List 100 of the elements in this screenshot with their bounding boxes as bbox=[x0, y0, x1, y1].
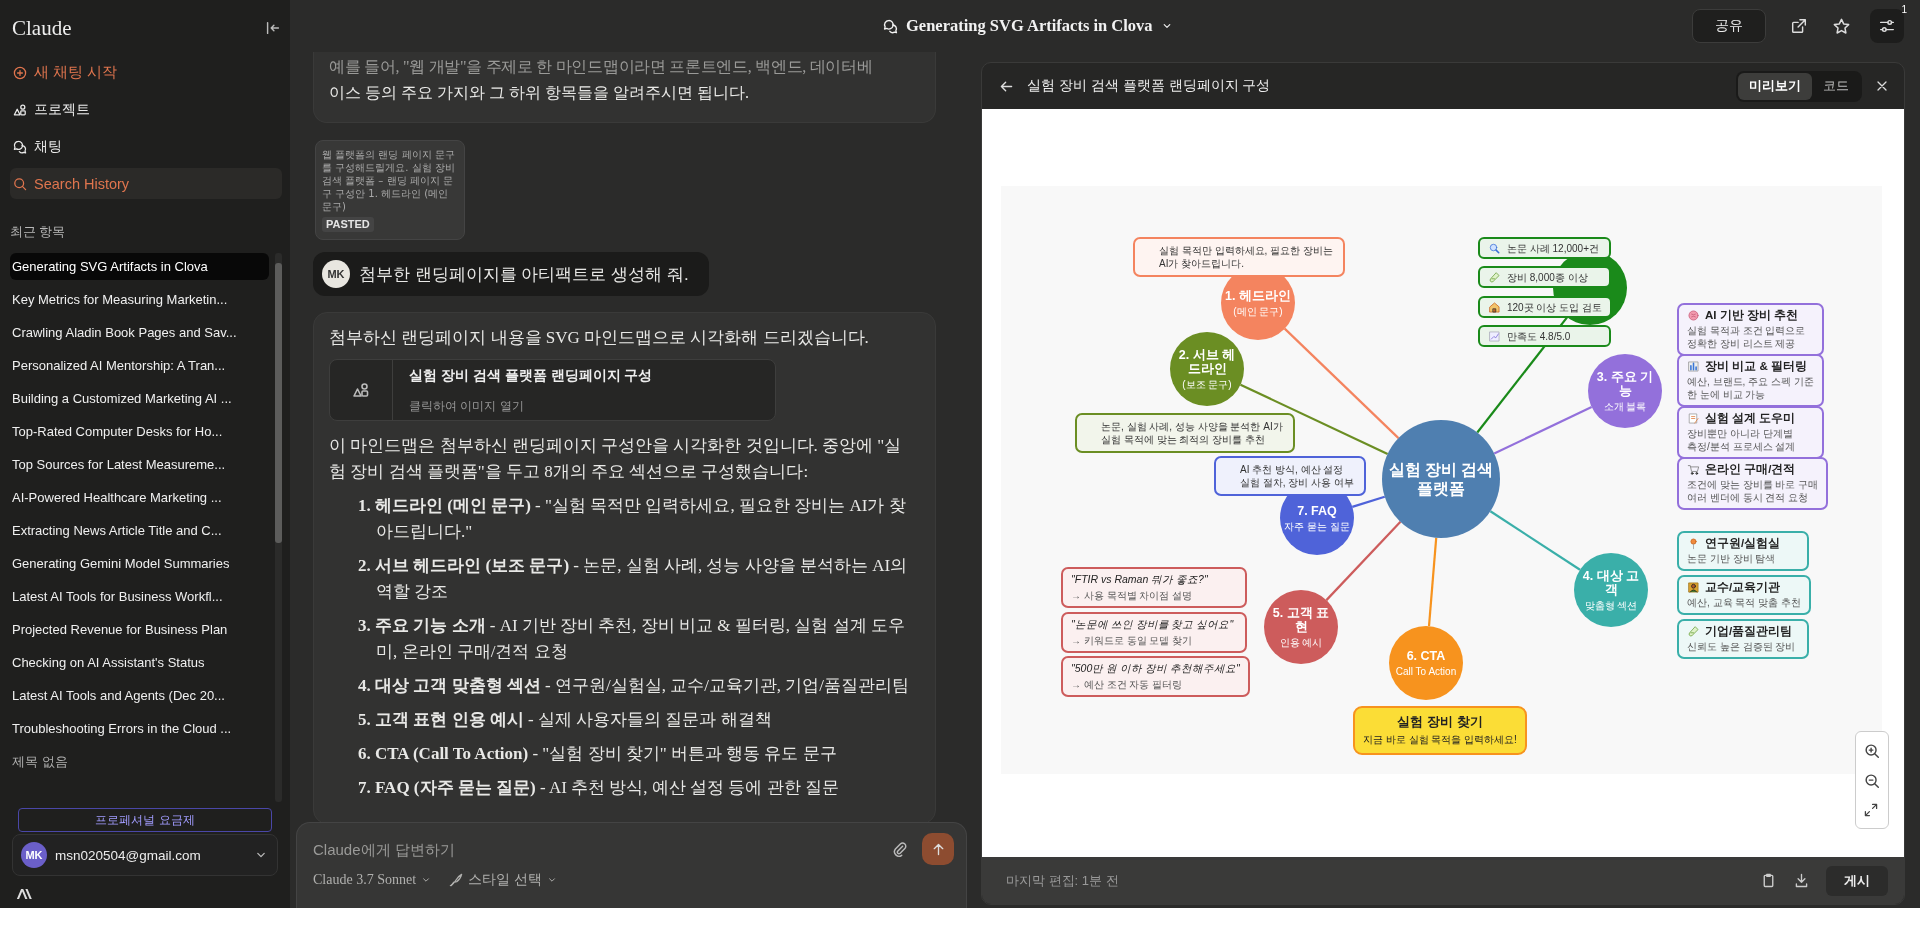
node-subtitle: (보조 문구) bbox=[1182, 377, 1232, 391]
person-icon bbox=[1687, 581, 1700, 594]
node-title: 3. 주요 기능 bbox=[1595, 369, 1655, 398]
star-icon[interactable] bbox=[1832, 16, 1851, 36]
chat-history-item[interactable]: Top-Rated Computer Desks for Ho... bbox=[10, 418, 269, 445]
message-input[interactable]: Claude에게 답변하기 bbox=[313, 840, 876, 858]
chat-history-item[interactable]: Projected Revenue for Business Plan bbox=[10, 616, 269, 643]
pasted-preview-text: 웹 플랫폼의 랜딩 페이지 문구를 구성해드릴게요. 실험 장비 검색 플랫폼 – 랜딩 페이지 문구 구성안 1. 헤드라인 (메인 문구) bbox=[322, 148, 456, 213]
chat-history-item[interactable]: AI-Powered Healthcare Marketing ... bbox=[10, 484, 269, 511]
chat-history-item[interactable]: Personalized AI Mentorship: A Tran... bbox=[10, 352, 269, 379]
node-title: 2. 서브 헤드라인 bbox=[1177, 347, 1237, 376]
account-menu[interactable]: MK msn020504@gmail.com bbox=[12, 834, 278, 876]
chat-history-item[interactable]: 제목 없음 bbox=[10, 748, 269, 775]
chat-history-item[interactable]: Key Metrics for Measuring Marketin... bbox=[10, 286, 269, 313]
pasted-attachment[interactable]: 웹 플랫폼의 랜딩 페이지 문구를 구성해드릴게요. 실험 장비 검색 플랫폼 – 랜딩 페이지 문구 구성안 1. 헤드라인 (메인 문구) PASTED bbox=[315, 140, 465, 240]
sliders-icon bbox=[1878, 17, 1896, 35]
chat-history-item[interactable]: Building a Customized Marketing AI ... bbox=[10, 385, 269, 412]
note-text: 예산, 교육 목적 맞춤 추천 bbox=[1687, 596, 1801, 609]
artifact-card[interactable]: 실험 장비 검색 플랫폼 랜딩페이지 구성 클릭하여 이미지 열기 bbox=[329, 359, 776, 421]
message-text: 첨부한 랜딩페이지를 아티팩트로 생성해 줘. bbox=[359, 263, 689, 286]
nav-item[interactable]: 프로젝트 bbox=[10, 94, 282, 125]
artifact-title: 실험 장비 검색 플랫폼 랜딩페이지 구성 bbox=[409, 365, 653, 385]
list-item: 7. FAQ (자주 묻는 질문) - AI 추천 방식, 예산 설정 등에 관한 질문 bbox=[358, 777, 840, 799]
collapse-sidebar-icon[interactable] bbox=[264, 19, 282, 37]
list-item: 4. 대상 고객 맞춤형 섹션 - 연구원/실험실, 교수/교육기관, 기업/품질관리팀 bbox=[358, 675, 911, 697]
node-subtitle: (메인 문구) bbox=[1233, 304, 1283, 318]
chat-icon bbox=[882, 17, 899, 35]
note-text: → 예산 조건 자동 필터링 bbox=[1071, 678, 1184, 691]
note-text: 조건에 맞는 장비를 바로 구매 여러 벤더에 동시 견적 요청 bbox=[1687, 478, 1819, 504]
search-icon bbox=[12, 175, 28, 192]
node-subtitle: 인용 예시 bbox=[1279, 635, 1323, 649]
node-subtitle: 자주 묻는 질문 bbox=[1284, 519, 1350, 533]
note-text: 논문 기반 장비 탐색 bbox=[1687, 552, 1777, 565]
list-item: 2. 서브 헤드라인 (보조 문구) - 논문, 실험 사례, 성능 사양을 분석하는 AI의 역할 강조 bbox=[358, 555, 909, 603]
expand-icon[interactable] bbox=[1863, 802, 1879, 818]
note-title: 온라인 구매/견적 bbox=[1705, 463, 1796, 476]
chat-history-item[interactable]: Top Sources for Latest Measureme... bbox=[10, 451, 269, 478]
download-icon[interactable] bbox=[1793, 872, 1810, 889]
nav-item[interactable]: 새 채팅 시작 bbox=[10, 57, 282, 88]
pasted-label: PASTED bbox=[322, 217, 374, 232]
note-text: AI 추천 방식, 예산 설정 실험 절차, 장비 사용 여부 bbox=[1240, 463, 1354, 489]
node-subtitle: Call To Action bbox=[1395, 664, 1457, 678]
chat-title-menu[interactable]: Generating SVG Artifacts in Clova bbox=[882, 16, 1174, 36]
user-avatar: MK bbox=[322, 260, 350, 288]
chat-history-item[interactable]: Latest AI Tools for Business Workfl... bbox=[10, 583, 269, 610]
note-text: → 키워드로 동일 모델 찾기 bbox=[1071, 634, 1194, 647]
search-icon bbox=[1488, 241, 1501, 255]
section-heading: 최근 항목 bbox=[10, 224, 67, 241]
line-chart-icon bbox=[1488, 329, 1501, 343]
memo-icon bbox=[1687, 412, 1700, 425]
cart-icon bbox=[1687, 463, 1700, 476]
artifact-title: 실험 장비 검색 플랫폼 랜딩페이지 구성 bbox=[1027, 77, 1272, 95]
node-subtitle: 맞춤형 섹션 bbox=[1584, 598, 1638, 612]
plan-button[interactable]: 프로페셔널 요금제 bbox=[18, 808, 272, 832]
style-selector[interactable]: 스타일 선택 bbox=[448, 871, 558, 889]
note-text: 예산, 브랜드, 주요 스펙 기준 한 눈에 비교 가능 bbox=[1687, 375, 1814, 401]
view-tab[interactable]: 미리보기 bbox=[1738, 72, 1812, 100]
zoom-in-icon[interactable] bbox=[1863, 742, 1881, 760]
zoom-out-icon[interactable] bbox=[1863, 772, 1881, 790]
list-item: 5. 고객 표현 인용 예시 - 실제 사용자들의 질문과 해결책 bbox=[358, 709, 773, 731]
chat-history-item[interactable]: Generating Gemini Model Summaries bbox=[10, 550, 269, 577]
chat-history-item[interactable]: Generating SVG Artifacts in Clova bbox=[10, 253, 269, 280]
nav-item[interactable]: Search History bbox=[10, 168, 282, 199]
note-title: 실험 설계 도우미 bbox=[1705, 412, 1796, 425]
plus-icon bbox=[12, 64, 28, 81]
chat-history-item[interactable]: Crawling Aladin Book Pages and Sav... bbox=[10, 319, 269, 346]
message-text: 예를 들어, "웹 개발"을 주제로 한 마인드맵이라면 프론트엔드, 백엔드, 데이터베 bbox=[329, 57, 874, 77]
last-edited-text: 마지막 편집: 1분 전 bbox=[1006, 871, 1120, 890]
note-text: 만족도 4.8/5.0 bbox=[1507, 329, 1571, 343]
shapes-icon bbox=[351, 380, 371, 400]
chat-history-item[interactable]: Latest AI Tools and Agents (Dec 20... bbox=[10, 682, 269, 709]
bar-chart-icon bbox=[1687, 360, 1700, 373]
note-text: 실험 목적만 입력하세요, 필요한 장비는 AI가 찾아드립니다. bbox=[1159, 244, 1333, 270]
external-link-icon[interactable] bbox=[1790, 17, 1808, 35]
quill-icon bbox=[448, 872, 465, 888]
test-tube-icon bbox=[1488, 270, 1501, 284]
node-title: 1. 헤드라인 bbox=[1225, 288, 1291, 303]
chat-history-item[interactable]: Checking on AI Assistant's Status bbox=[10, 649, 269, 676]
model-selector[interactable]: Claude 3.7 Sonnet bbox=[313, 872, 433, 888]
nav-item[interactable]: 채팅 bbox=[10, 131, 282, 162]
share-button[interactable]: 공유 bbox=[1692, 9, 1766, 43]
view-tab[interactable]: 코드 bbox=[1812, 72, 1860, 100]
node-title: 7. FAQ bbox=[1297, 503, 1337, 518]
chat-history-item[interactable]: Troubleshooting Errors in the Cloud ... bbox=[10, 715, 269, 742]
publish-button[interactable]: 게시 bbox=[1826, 865, 1888, 896]
message-text: 이스 등의 주요 가지와 그 하위 항목들을 알려주시면 됩니다. bbox=[329, 83, 750, 103]
chat-history-item[interactable]: Extracting News Article Title and C... bbox=[10, 517, 269, 544]
note-title: 연구원/실험실 bbox=[1705, 537, 1781, 550]
send-button[interactable] bbox=[922, 833, 954, 865]
list-item: 6. CTA (Call To Action) - "실험 장비 찾기" 버튼과 행동 유도 문구 bbox=[358, 743, 838, 765]
avatar: MK bbox=[21, 842, 47, 868]
note-title: 교수/교육기관 bbox=[1705, 581, 1781, 594]
chat-icon bbox=[12, 138, 28, 155]
building-icon bbox=[1488, 300, 1501, 314]
quote-text: "논문에 쓰인 장비를 찾고 싶어요" bbox=[1071, 618, 1235, 631]
scrollbar[interactable] bbox=[275, 253, 282, 802]
note-text: 장비 8,000종 이상 bbox=[1507, 270, 1588, 284]
artifact-subtitle: 클릭하여 이미지 열기 bbox=[409, 397, 525, 415]
note-title: AI 기반 장비 추천 bbox=[1705, 309, 1799, 322]
note-text: 논문 사례 12,000+건 bbox=[1507, 241, 1599, 255]
